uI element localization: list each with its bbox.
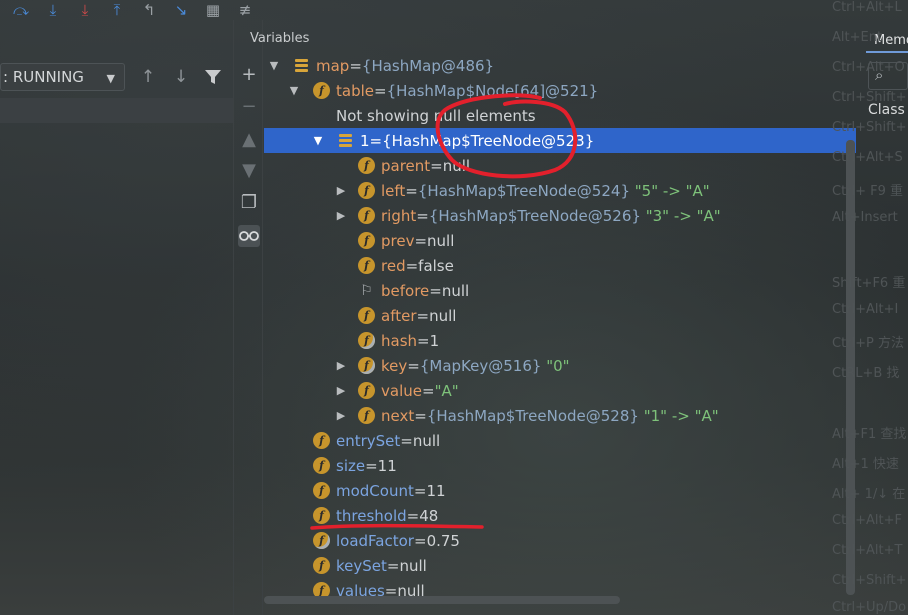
step-over-icon[interactable]: ⤼	[12, 2, 30, 18]
tree-row-keyset[interactable]: f keySet = null	[264, 553, 856, 578]
shortcut-text: Shift+F6 重	[832, 276, 906, 291]
shortcut-text: Alt+ 1/↓ 在	[832, 487, 906, 502]
field-icon: f	[358, 232, 375, 249]
shortcut-text: Ctrl+Alt+T	[832, 543, 903, 558]
shortcut-text: Alt+F1 查找	[832, 427, 907, 442]
tree-row-modcount[interactable]: f modCount = 11	[264, 478, 856, 503]
final-field-icon: f	[358, 357, 375, 374]
field-icon: f	[313, 507, 330, 524]
field-icon: f	[313, 432, 330, 449]
tree-row-key[interactable]: ▶ f key = {MapKey@516} "0"	[264, 353, 856, 378]
step-into-icon[interactable]: ⤓	[44, 2, 62, 18]
tree-row-threshold[interactable]: f threshold = 48	[264, 503, 856, 528]
field-icon: f	[358, 157, 375, 174]
frame-row-selected[interactable]	[0, 98, 233, 123]
move-down-icon[interactable]: ▼	[238, 159, 260, 181]
trace-icon[interactable]: ≢	[236, 2, 254, 18]
collapsed-arrow-icon[interactable]: ▶	[334, 184, 348, 197]
field-icon: f	[358, 257, 375, 274]
tree-row-left[interactable]: ▶ f left = {HashMap$TreeNode@524} "5" ->…	[264, 178, 856, 203]
glasses-icon[interactable]	[238, 225, 260, 247]
tree-row-hash[interactable]: f hash = 1	[264, 328, 856, 353]
drop-frame-icon[interactable]: ↰	[140, 2, 158, 18]
shortcut-overlay: Ctrl+Alt+L Alt+Ent Ctrl+Alt+O Ctrl+Shift…	[830, 0, 908, 615]
frames-panel: : RUNNING ▼ ↑ ↓	[0, 20, 233, 615]
arrow-down-icon[interactable]: ↓	[170, 65, 192, 89]
final-field-icon: f	[358, 332, 375, 349]
filter-icon[interactable]	[203, 67, 223, 87]
tree-row-parent[interactable]: f parent = null	[264, 153, 856, 178]
move-up-icon[interactable]: ▲	[238, 128, 260, 150]
field-icon: f	[313, 457, 330, 474]
tree-row-prev[interactable]: f prev = null	[264, 228, 856, 253]
expanded-arrow-icon[interactable]: ▼	[311, 134, 325, 147]
tree-row-values[interactable]: f values = null	[264, 578, 856, 598]
shortcut-text: Ctrl+Alt+S	[832, 150, 903, 165]
collapsed-arrow-icon[interactable]: ▶	[334, 384, 348, 397]
shortcut-text: Ctrl+Alt+F	[832, 513, 902, 528]
object-icon	[293, 57, 310, 74]
shortcut-text: CtRL+B 找	[832, 366, 900, 381]
shortcut-text: Ctrl+ F9 重	[832, 184, 904, 199]
shortcut-text: Ctrl+Alt+O	[832, 60, 905, 75]
tree-row-entryset[interactable]: f entrySet = null	[264, 428, 856, 453]
shortcut-text: Ctrl+Shift+	[832, 120, 907, 135]
tree-row-size[interactable]: f size = 11	[264, 453, 856, 478]
debugger-toolbar: ⤼ ⤓ ⤓ ⤒ ↰ ↘ ▦ ≢	[0, 0, 830, 20]
object-icon	[337, 132, 354, 149]
shortcut-text: Alt+Ent	[832, 30, 883, 45]
shortcut-text: Ctrl+Alt+L	[832, 0, 902, 15]
force-step-into-icon[interactable]: ⤓	[76, 2, 94, 18]
shortcut-text: Alt+1 快速	[832, 457, 899, 472]
remove-watch-icon[interactable]: −	[238, 95, 260, 117]
variables-side-toolbar: + − ▲ ▼ ❐	[233, 20, 263, 615]
tree-row-loadfactor[interactable]: f loadFactor = 0.75	[264, 528, 856, 553]
tree-row-table[interactable]: ▼ f table = {HashMap$Node[64]@521}	[264, 78, 856, 103]
tree-row-next[interactable]: ▶ f next = {HashMap$TreeNode@528} "1" ->…	[264, 403, 856, 428]
field-icon: f	[313, 557, 330, 574]
shortcut-text: Ctrl+P 方法	[832, 336, 904, 351]
tree-row-after[interactable]: f after = null	[264, 303, 856, 328]
chevron-down-icon: ▼	[106, 72, 115, 85]
collapsed-arrow-icon[interactable]: ▶	[334, 409, 348, 422]
field-icon: f	[358, 207, 375, 224]
expanded-arrow-icon[interactable]: ▼	[267, 59, 281, 72]
shortcut-text: Ctrl+Alt+I	[832, 302, 899, 317]
horizontal-scrollbar[interactable]	[264, 596, 620, 604]
run-to-cursor-icon[interactable]: ↘	[172, 2, 190, 18]
thread-status-label: : RUNNING	[3, 68, 84, 86]
add-watch-icon[interactable]: +	[238, 63, 260, 85]
tree-row-right[interactable]: ▶ f right = {HashMap$TreeNode@526} "3" -…	[264, 203, 856, 228]
tree-row-value[interactable]: ▶ f value = "A"	[264, 378, 856, 403]
field-icon: f	[358, 182, 375, 199]
shortcut-text: Ctrl+Up/Do	[832, 600, 907, 615]
shortcut-text: Ctrl+Shift+	[832, 90, 907, 105]
flag-icon: ⚐	[360, 282, 373, 299]
not-showing-null-note: Not showing null elements	[336, 106, 536, 125]
field-icon: f	[313, 482, 330, 499]
collapsed-arrow-icon[interactable]: ▶	[334, 209, 348, 222]
copy-icon[interactable]: ❐	[238, 191, 260, 213]
step-out-icon[interactable]: ⤒	[108, 2, 126, 18]
thread-selector[interactable]: : RUNNING ▼	[0, 63, 125, 91]
final-field-icon: f	[313, 532, 330, 549]
field-icon: f	[358, 307, 375, 324]
collapsed-arrow-icon[interactable]: ▶	[334, 359, 348, 372]
field-icon: f	[313, 82, 330, 99]
variables-tree: ▼ map = {HashMap@486} ▼ f table = {HashM…	[264, 53, 856, 598]
tree-row-index-1[interactable]: ▼ 1 = {HashMap$TreeNode@523}	[264, 128, 856, 153]
arrow-up-icon[interactable]: ↑	[137, 65, 159, 89]
evaluate-icon[interactable]: ▦	[204, 2, 222, 18]
tree-row-map[interactable]: ▼ map = {HashMap@486}	[264, 53, 856, 78]
shortcut-text: Alt+Insert	[832, 210, 898, 225]
expanded-arrow-icon[interactable]: ▼	[287, 84, 301, 97]
variables-header: Variables	[250, 31, 310, 46]
tree-row-before[interactable]: ⚐ before = null	[264, 278, 856, 303]
shortcut-text: Ctrl+Shift+	[832, 573, 907, 588]
tree-row-red[interactable]: f red = false	[264, 253, 856, 278]
field-icon: f	[358, 382, 375, 399]
field-icon: f	[358, 407, 375, 424]
